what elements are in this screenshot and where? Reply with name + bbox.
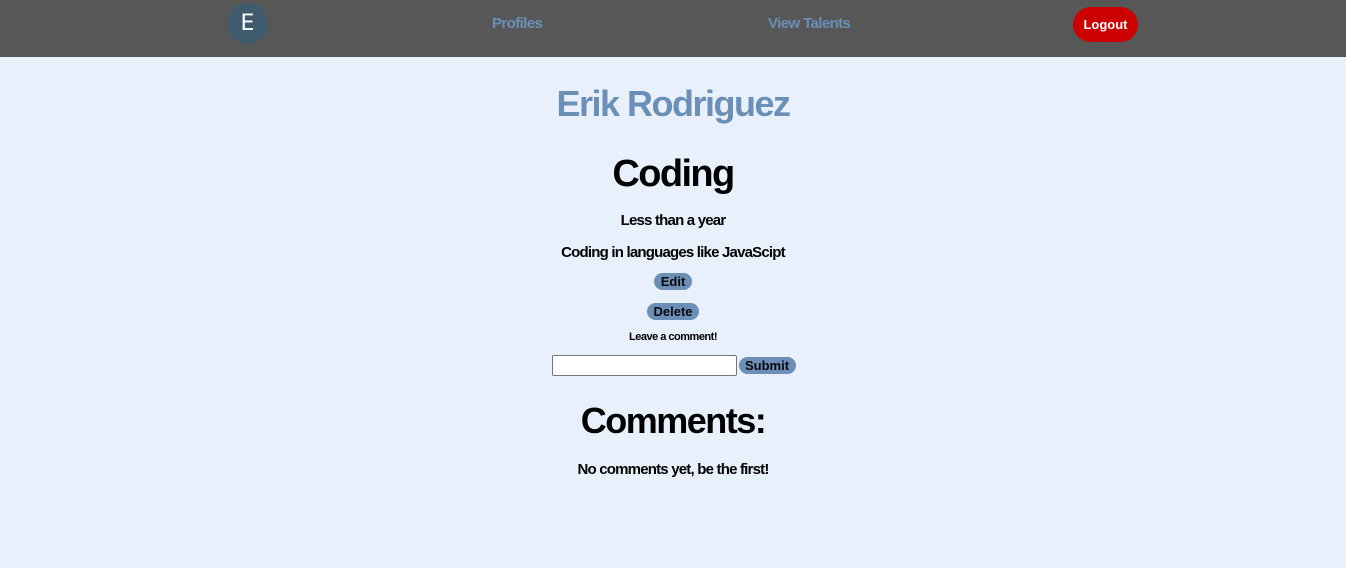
comment-input[interactable] [551,355,737,376]
talent-detail: Erik Rodriguez Coding Less than a year C… [0,57,1346,480]
submit-button[interactable]: Submit [738,357,796,374]
talent-experience: Less than a year [620,212,727,229]
edit-button[interactable]: Edit [654,273,692,290]
comment-prompt: Leave a comment! [629,331,717,343]
delete-row: Delete [0,303,1346,321]
talent-title: Coding [612,153,735,195]
talent-description: Coding in languages like JavaScipt [561,244,786,261]
delete-button[interactable]: Delete [647,303,699,320]
edit-row: Edit [0,273,1346,291]
nav-link-view-talents[interactable]: View Talents [768,15,851,32]
avatar[interactable]: E [227,3,268,44]
owner-name: Erik Rodriguez [556,83,791,124]
nav-link-profiles[interactable]: Profiles [492,15,543,32]
comments-heading: Comments: [580,400,767,441]
navbar: E Profiles View Talents Logout [0,0,1346,57]
no-comments-message: No comments yet, be the first! [577,461,769,478]
comment-form: Submit [0,355,1346,376]
logout-button[interactable]: Logout [1073,7,1138,42]
